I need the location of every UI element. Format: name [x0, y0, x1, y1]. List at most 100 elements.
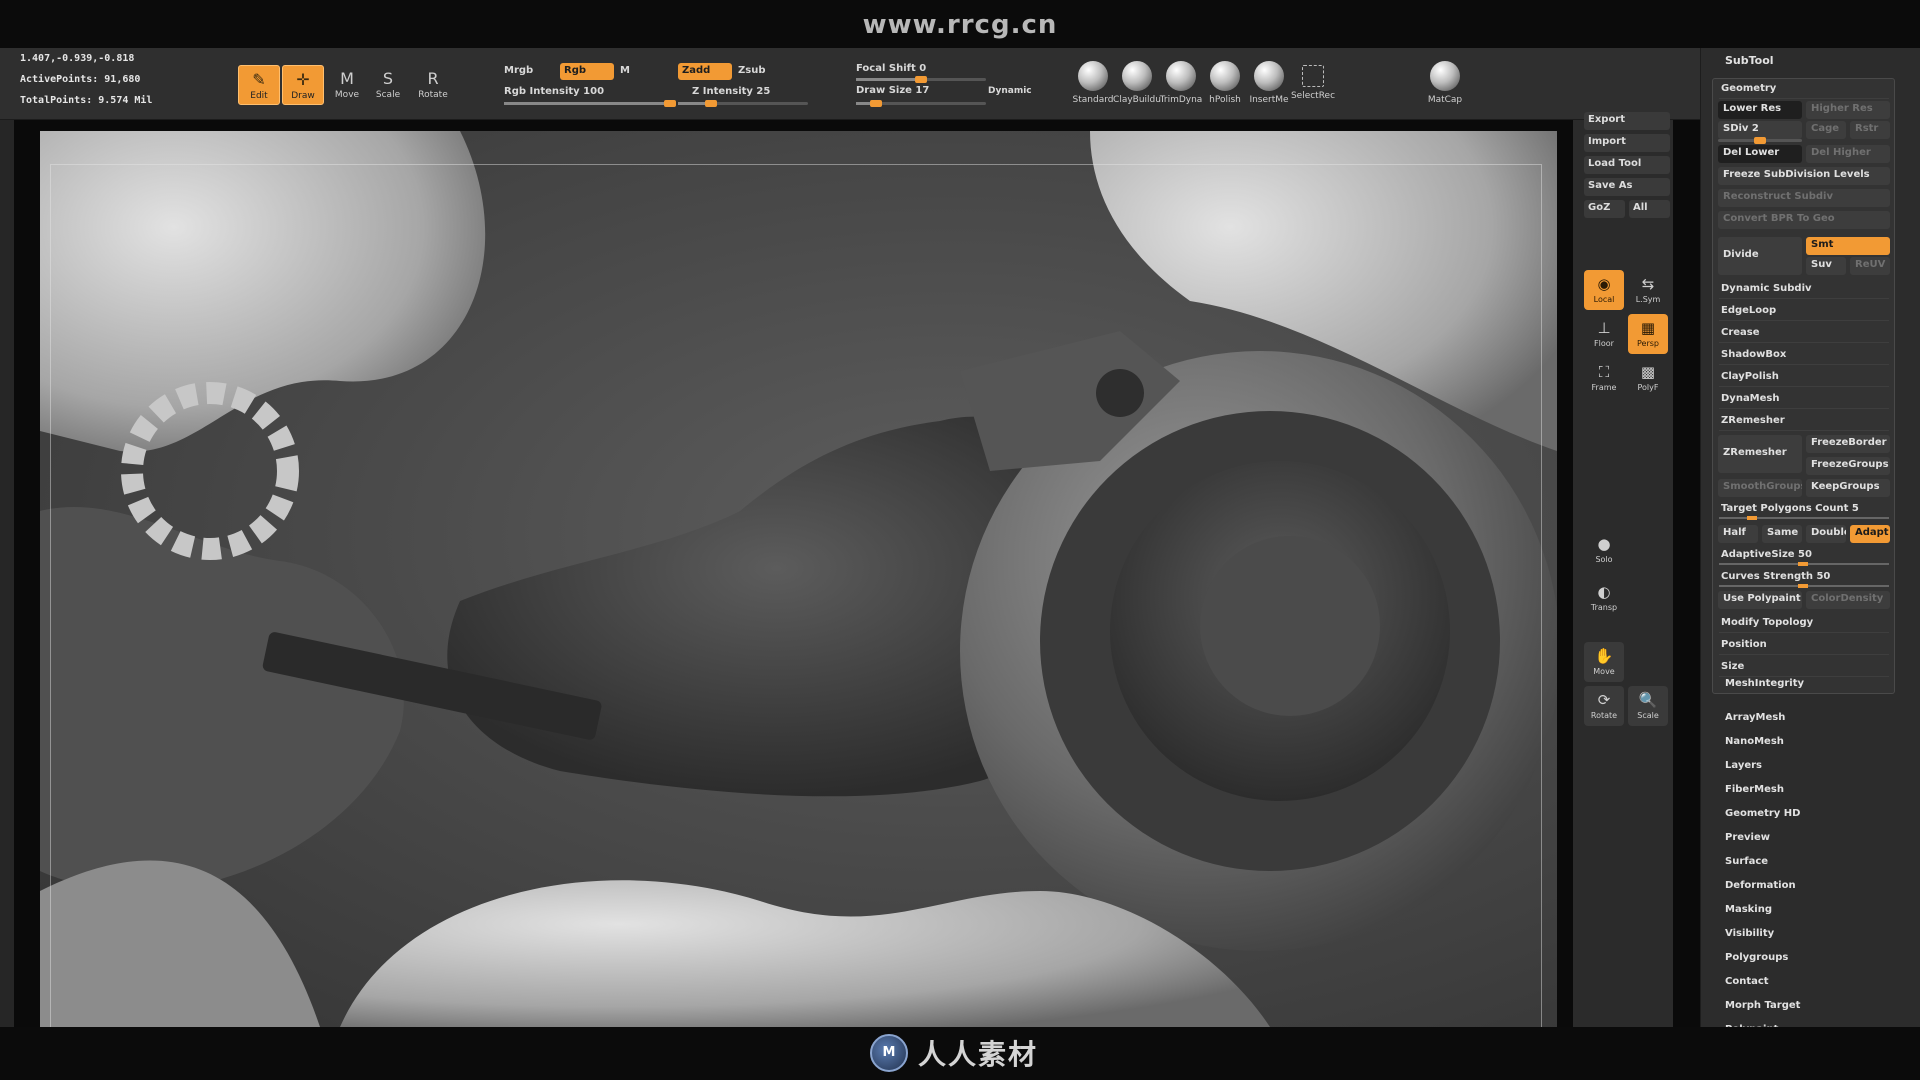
draw-size-knob[interactable]: [869, 100, 882, 107]
target-polygons-knob[interactable]: [1747, 516, 1757, 520]
menu-item-masking[interactable]: Masking: [1725, 904, 1772, 915]
transp-button[interactable]: ◐ Transp: [1584, 578, 1624, 618]
move-view-button[interactable]: ✋ Move: [1584, 642, 1624, 682]
freeze-subdiv-button[interactable]: Freeze SubDivision Levels: [1718, 167, 1890, 185]
smoothgroups-toggle[interactable]: SmoothGroups: [1718, 479, 1802, 497]
solo-button[interactable]: ● Solo: [1584, 530, 1624, 570]
load-tool-button[interactable]: Load Tool: [1584, 156, 1670, 174]
reuv-toggle[interactable]: ReUV: [1850, 257, 1890, 275]
color-density-slider[interactable]: ColorDensity: [1806, 591, 1890, 609]
menu-item-visibility[interactable]: Visibility: [1725, 928, 1774, 939]
shadowbox-menu[interactable]: ShadowBox: [1719, 347, 1889, 365]
menu-item-fibermesh[interactable]: FiberMesh: [1725, 784, 1784, 795]
target-polygons-slider[interactable]: Target Polygons Count 5: [1719, 501, 1889, 520]
geometry-header[interactable]: Geometry: [1719, 81, 1889, 99]
export-button[interactable]: Export: [1584, 112, 1670, 130]
use-polypaint-toggle[interactable]: Use Polypaint: [1718, 591, 1802, 609]
frame-button[interactable]: ⛶ Frame: [1584, 358, 1624, 398]
curves-strength-track[interactable]: [1719, 584, 1889, 588]
zremesher-menu[interactable]: ZRemesher: [1719, 413, 1889, 431]
brush-hpolish[interactable]: hPolish: [1201, 61, 1249, 105]
focal-shift-knob[interactable]: [915, 76, 927, 83]
rstr-button[interactable]: Rstr: [1850, 121, 1890, 139]
polyf-button[interactable]: ▩ PolyF: [1628, 358, 1668, 398]
smt-toggle[interactable]: Smt: [1806, 237, 1890, 255]
divide-button[interactable]: Divide: [1718, 237, 1802, 275]
menu-item-geometry-hd[interactable]: Geometry HD: [1725, 808, 1800, 819]
del-higher-button[interactable]: Del Higher: [1806, 145, 1890, 163]
subtool-header[interactable]: SubTool: [1725, 54, 1774, 67]
rgb-toggle[interactable]: Rgb: [560, 63, 614, 80]
mrgb-toggle[interactable]: Mrgb: [504, 65, 533, 76]
menu-item-polygroups[interactable]: Polygroups: [1725, 952, 1788, 963]
matcap-selector[interactable]: MatCap: [1421, 61, 1469, 105]
rgb-intensity-slider[interactable]: [504, 100, 676, 107]
zremesher-button[interactable]: ZRemesher: [1718, 435, 1802, 473]
meshintegrity-menu[interactable]: MeshIntegrity: [1725, 678, 1804, 689]
focal-shift-slider[interactable]: [856, 76, 986, 83]
draw-size-slider[interactable]: [856, 100, 986, 107]
brush-selectrect[interactable]: SelectRec: [1289, 61, 1337, 101]
menu-item-preview[interactable]: Preview: [1725, 832, 1770, 843]
half-button[interactable]: Half: [1718, 525, 1758, 543]
keepgroups-toggle[interactable]: KeepGroups: [1806, 479, 1890, 497]
menu-item-deformation[interactable]: Deformation: [1725, 880, 1796, 891]
lower-res-button[interactable]: Lower Res: [1718, 101, 1802, 119]
scale-view-button[interactable]: 🔍 Scale: [1628, 686, 1668, 726]
reconstruct-subdiv-button[interactable]: Reconstruct Subdiv: [1718, 189, 1890, 207]
edit-button[interactable]: ✎ Edit: [238, 65, 280, 105]
same-button[interactable]: Same: [1762, 525, 1802, 543]
cage-button[interactable]: Cage: [1806, 121, 1846, 139]
rotate-view-button[interactable]: ⟳ Rotate: [1584, 686, 1624, 726]
adapt-toggle[interactable]: Adapt: [1850, 525, 1890, 543]
menu-item-arraymesh[interactable]: ArrayMesh: [1725, 712, 1785, 723]
menu-item-contact[interactable]: Contact: [1725, 976, 1769, 987]
position-menu[interactable]: Position: [1719, 637, 1889, 655]
dynamic-subdiv-menu[interactable]: Dynamic Subdiv: [1719, 281, 1889, 299]
local-button[interactable]: ◉ Local: [1584, 270, 1624, 310]
brush-claybuildup[interactable]: ClayBuildu: [1113, 61, 1161, 105]
save-as-button[interactable]: Save As: [1584, 178, 1670, 196]
freezeborder-toggle[interactable]: FreezeBorder: [1806, 435, 1890, 453]
rotate-button[interactable]: R Rotate: [412, 65, 454, 105]
m-toggle[interactable]: M: [620, 65, 630, 76]
modify-topology-menu[interactable]: Modify Topology: [1719, 615, 1889, 633]
adaptive-size-knob[interactable]: [1798, 562, 1808, 566]
menu-item-surface[interactable]: Surface: [1725, 856, 1768, 867]
rgb-intensity-knob[interactable]: [664, 100, 676, 107]
persp-button[interactable]: ▦ Persp: [1628, 314, 1668, 354]
target-polygons-track[interactable]: [1719, 516, 1889, 520]
claypolish-menu[interactable]: ClayPolish: [1719, 369, 1889, 387]
brush-insertmesh[interactable]: InsertMe: [1245, 61, 1293, 105]
higher-res-button[interactable]: Higher Res: [1806, 101, 1890, 119]
scale-button[interactable]: S Scale: [367, 65, 409, 105]
menu-item-morph-target[interactable]: Morph Target: [1725, 1000, 1800, 1011]
adaptive-size-track[interactable]: [1719, 562, 1889, 566]
goz-button[interactable]: GoZ: [1584, 200, 1625, 218]
convert-bpr-button[interactable]: Convert BPR To Geo: [1718, 211, 1890, 229]
z-intensity-knob[interactable]: [704, 100, 717, 107]
move-button[interactable]: M Move: [326, 65, 368, 105]
floor-button[interactable]: ⊥ Floor: [1584, 314, 1624, 354]
brush-trimdynamic[interactable]: TrimDyna: [1157, 61, 1205, 105]
goz-all-button[interactable]: All: [1629, 200, 1670, 218]
zsub-toggle[interactable]: Zsub: [738, 65, 765, 76]
sdiv-track[interactable]: [1718, 137, 1802, 144]
double-button[interactable]: Double: [1806, 525, 1846, 543]
size-menu[interactable]: Size: [1719, 659, 1889, 677]
crease-menu[interactable]: Crease: [1719, 325, 1889, 343]
freezegroups-toggle[interactable]: FreezeGroups: [1806, 457, 1890, 475]
sdiv-knob[interactable]: [1754, 137, 1766, 144]
brush-standard[interactable]: Standard: [1069, 61, 1117, 105]
menu-item-nanomesh[interactable]: NanoMesh: [1725, 736, 1784, 747]
draw-button[interactable]: ✛ Draw: [282, 65, 324, 105]
suv-toggle[interactable]: Suv: [1806, 257, 1846, 275]
menu-item-layers[interactable]: Layers: [1725, 760, 1762, 771]
curves-strength-knob[interactable]: [1798, 584, 1808, 588]
import-button[interactable]: Import: [1584, 134, 1670, 152]
dynamic-toggle[interactable]: Dynamic: [988, 86, 1032, 96]
curves-strength-slider[interactable]: Curves Strength 50: [1719, 569, 1889, 588]
lsym-button[interactable]: ⇆ L.Sym: [1628, 270, 1668, 310]
z-intensity-slider[interactable]: [678, 100, 808, 107]
dynamesh-menu[interactable]: DynaMesh: [1719, 391, 1889, 409]
